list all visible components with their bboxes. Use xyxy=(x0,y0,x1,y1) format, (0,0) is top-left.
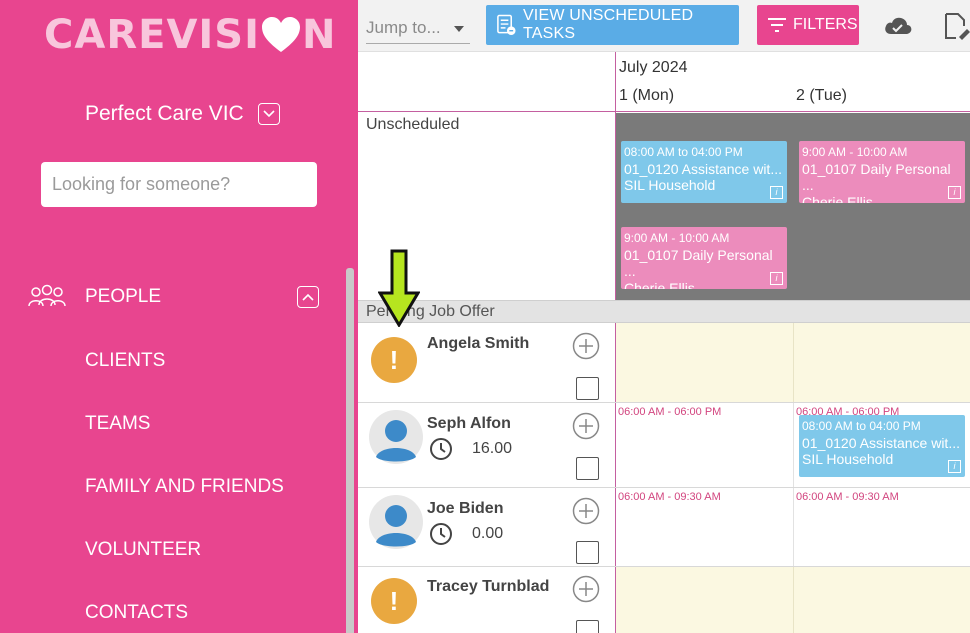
add-circle-icon[interactable] xyxy=(572,497,600,525)
sidebar: CAREVISI N Perfect Care VIC PEOPLE CLIEN… xyxy=(0,0,358,633)
shift-client: Cherie Ellis xyxy=(802,193,873,204)
sidebar-item-family-and-friends[interactable]: FAMILY AND FRIENDS xyxy=(85,476,284,498)
day-header-tue[interactable]: 2 (Tue) xyxy=(796,87,847,105)
shift-client: SIL Household xyxy=(624,177,716,193)
day-cell[interactable] xyxy=(616,567,793,633)
shift-card[interactable]: 08:00 AM to 04:00 PM 01_0120 Assistance … xyxy=(621,141,787,203)
staff-hours: 16.00 xyxy=(472,440,513,457)
info-icon[interactable]: i xyxy=(770,272,783,285)
availability-label: 06:00 AM - 09:30 AM xyxy=(796,491,899,503)
filters-label: FILTERS xyxy=(793,16,858,33)
shift-client: SIL Household xyxy=(802,451,894,467)
toolbar: Jump to... VIEW UNSCHEDULED TASKS FILTER… xyxy=(358,0,970,52)
shift-card[interactable]: 9:00 AM - 10:00 AM 01_0107 Daily Persona… xyxy=(799,141,965,203)
chevron-down-icon[interactable] xyxy=(257,103,280,125)
day-cell[interactable] xyxy=(616,323,793,402)
heart-icon xyxy=(261,17,300,52)
sidebar-item-clients[interactable]: CLIENTS xyxy=(85,350,165,372)
select-checkbox[interactable] xyxy=(576,457,599,480)
filter-icon xyxy=(768,18,786,32)
staff-name[interactable]: Tracey Turnblad xyxy=(427,578,549,596)
shift-time: 08:00 AM to 04:00 PM xyxy=(802,419,921,433)
shift-client: Cherie Ellis xyxy=(624,279,695,290)
clock-icon xyxy=(430,438,452,460)
add-circle-icon[interactable] xyxy=(572,575,600,603)
select-checkbox[interactable] xyxy=(576,377,599,400)
staff-row: ! Tracey Turnblad xyxy=(358,567,970,633)
carevision-logo: CAREVISI N xyxy=(44,12,336,58)
shift-card[interactable]: 9:00 AM - 10:00 AM 01_0107 Daily Persona… xyxy=(621,227,787,289)
staff-name[interactable]: Seph Alfon xyxy=(427,415,511,433)
logo-text-left: CAREVISI xyxy=(44,12,260,58)
staff-hours: 0.00 xyxy=(472,525,504,542)
warning-icon: ! xyxy=(371,337,417,383)
sidebar-item-volunteer[interactable]: VOLUNTEER xyxy=(85,539,201,561)
month-label: July 2024 xyxy=(619,59,688,76)
sidebar-scrollbar[interactable] xyxy=(346,268,354,633)
avatar-icon xyxy=(369,410,423,464)
search-input[interactable] xyxy=(41,162,317,207)
day-header-mon[interactable]: 1 (Mon) xyxy=(619,87,674,105)
day-cell[interactable] xyxy=(793,323,970,402)
jump-to-placeholder: Jump to... xyxy=(366,18,441,37)
staff-row: Seph Alfon 16.00 06:00 AM - 06:00 PM 06:… xyxy=(358,403,970,488)
day-cell[interactable] xyxy=(793,567,970,633)
cloud-check-icon[interactable] xyxy=(883,14,913,38)
shift-title: 01_0107 Daily Personal ... xyxy=(802,160,951,194)
caret-down-icon xyxy=(454,26,464,32)
shift-card[interactable]: 08:00 AM to 04:00 PM 01_0120 Assistance … xyxy=(799,415,965,477)
availability-label: 06:00 AM - 09:30 AM xyxy=(618,491,721,503)
view-unscheduled-tasks-button[interactable]: VIEW UNSCHEDULED TASKS xyxy=(486,5,739,45)
info-icon[interactable]: i xyxy=(948,460,961,473)
shift-title: 01_0120 Assistance wit... xyxy=(624,160,782,177)
calendar-header: July 2024 1 (Mon) 2 (Tue) xyxy=(358,52,970,112)
shift-title: 01_0120 Assistance wit... xyxy=(802,434,960,451)
nav-people-label: PEOPLE xyxy=(85,286,162,307)
logo-text-right: N xyxy=(301,12,337,58)
view-unscheduled-tasks-label: VIEW UNSCHEDULED TASKS xyxy=(522,7,694,42)
staff-name[interactable]: Joe Biden xyxy=(427,500,503,518)
organization-selector[interactable]: Perfect Care VIC xyxy=(85,102,280,126)
staff-row: ! Angela Smith xyxy=(358,323,970,403)
clock-icon xyxy=(430,523,452,545)
organization-name: Perfect Care VIC xyxy=(85,102,244,125)
schedule-calendar: July 2024 1 (Mon) 2 (Tue) Unscheduled 08… xyxy=(358,52,970,633)
edit-document-icon[interactable] xyxy=(942,12,970,40)
select-checkbox[interactable] xyxy=(576,620,599,633)
add-circle-icon[interactable] xyxy=(572,332,600,360)
staff-name[interactable]: Angela Smith xyxy=(427,335,529,353)
unscheduled-row-label: Unscheduled xyxy=(366,116,460,133)
sidebar-item-contacts[interactable]: CONTACTS xyxy=(85,602,188,624)
jump-to-select[interactable]: Jump to... xyxy=(366,13,470,44)
shift-time: 9:00 AM - 10:00 AM xyxy=(802,145,908,159)
warning-icon: ! xyxy=(371,578,417,624)
info-icon[interactable]: i xyxy=(770,186,783,199)
staff-row: Joe Biden 0.00 06:00 AM - 09:30 AM 06:00… xyxy=(358,488,970,567)
shift-time: 9:00 AM - 10:00 AM xyxy=(624,231,730,245)
chevron-up-icon[interactable] xyxy=(297,286,319,308)
info-icon[interactable]: i xyxy=(948,186,961,199)
pending-job-offer-group: Pending Job Offer xyxy=(358,300,970,323)
avatar-icon xyxy=(369,495,423,549)
availability-label: 06:00 AM - 06:00 PM xyxy=(618,406,722,418)
nav-people[interactable]: PEOPLE xyxy=(28,284,323,310)
select-checkbox[interactable] xyxy=(576,541,599,564)
task-list-icon xyxy=(497,14,516,35)
shift-title: 01_0107 Daily Personal ... xyxy=(624,246,773,280)
sidebar-item-teams[interactable]: TEAMS xyxy=(85,413,150,435)
filters-button[interactable]: FILTERS xyxy=(757,5,859,45)
people-icon xyxy=(28,284,66,307)
annotation-arrow-icon xyxy=(378,249,420,327)
shift-time: 08:00 AM to 04:00 PM xyxy=(624,145,743,159)
add-circle-icon[interactable] xyxy=(572,412,600,440)
